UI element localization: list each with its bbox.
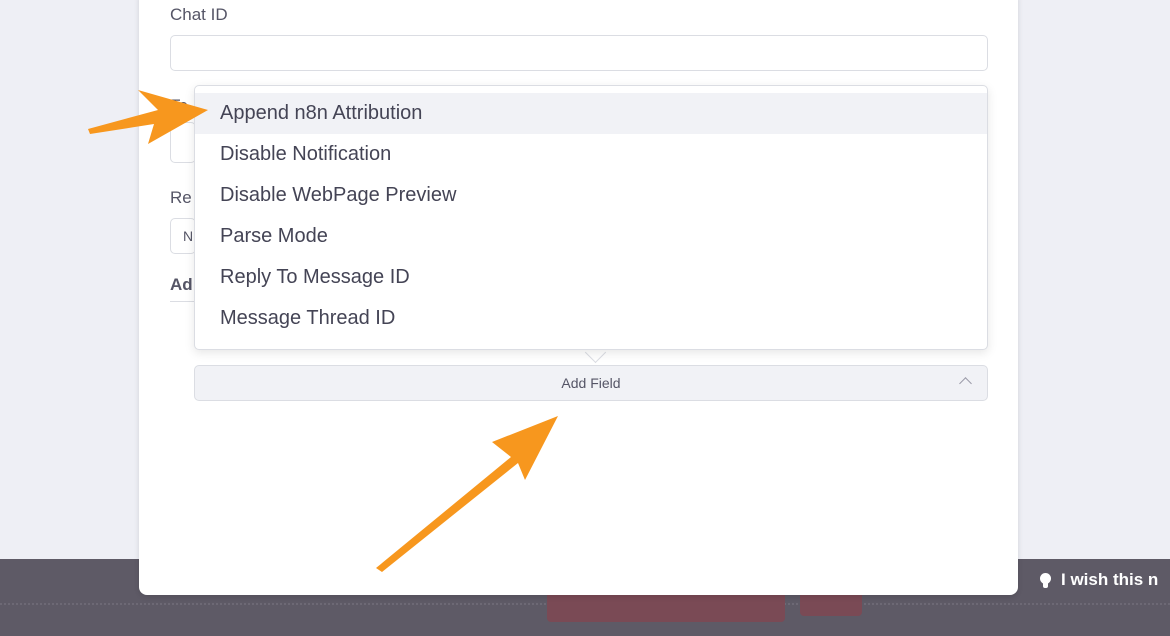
dropdown-item-append-n8n-attribution[interactable]: Append n8n Attribution (195, 93, 987, 134)
add-field-label: Add Field (561, 375, 621, 391)
reply-markup-value: N (183, 228, 194, 244)
chat-id-label: Chat ID (170, 5, 228, 24)
reply-markup-label-partial: Re (170, 188, 192, 207)
lightbulb-icon (1040, 573, 1051, 588)
execute-button[interactable] (547, 592, 785, 622)
dropdown-item-reply-to-message-id[interactable]: Reply To Message ID (195, 257, 987, 298)
annotation-arrow-icon (376, 416, 558, 572)
reply-markup-select[interactable]: N (170, 218, 196, 254)
feedback-prompt[interactable]: I wish this n (1040, 570, 1158, 590)
dropdown-item-disable-notification[interactable]: Disable Notification (195, 134, 987, 175)
secondary-button[interactable] (800, 592, 862, 616)
annotation-arrow-icon (88, 90, 208, 144)
additional-fields-divider (170, 301, 194, 302)
dropdown-item-message-thread-id[interactable]: Message Thread ID (195, 298, 987, 339)
add-field-dropdown: Append n8n Attribution Disable Notificat… (194, 85, 988, 350)
chat-id-input[interactable] (170, 35, 988, 71)
dropdown-item-disable-webpage-preview[interactable]: Disable WebPage Preview (195, 175, 987, 216)
add-field-button[interactable]: Add Field (194, 365, 988, 401)
feedback-text: I wish this n (1061, 570, 1159, 589)
chevron-up-icon (959, 377, 972, 390)
additional-fields-label-partial: Ad (170, 275, 193, 294)
dropdown-item-parse-mode[interactable]: Parse Mode (195, 216, 987, 257)
